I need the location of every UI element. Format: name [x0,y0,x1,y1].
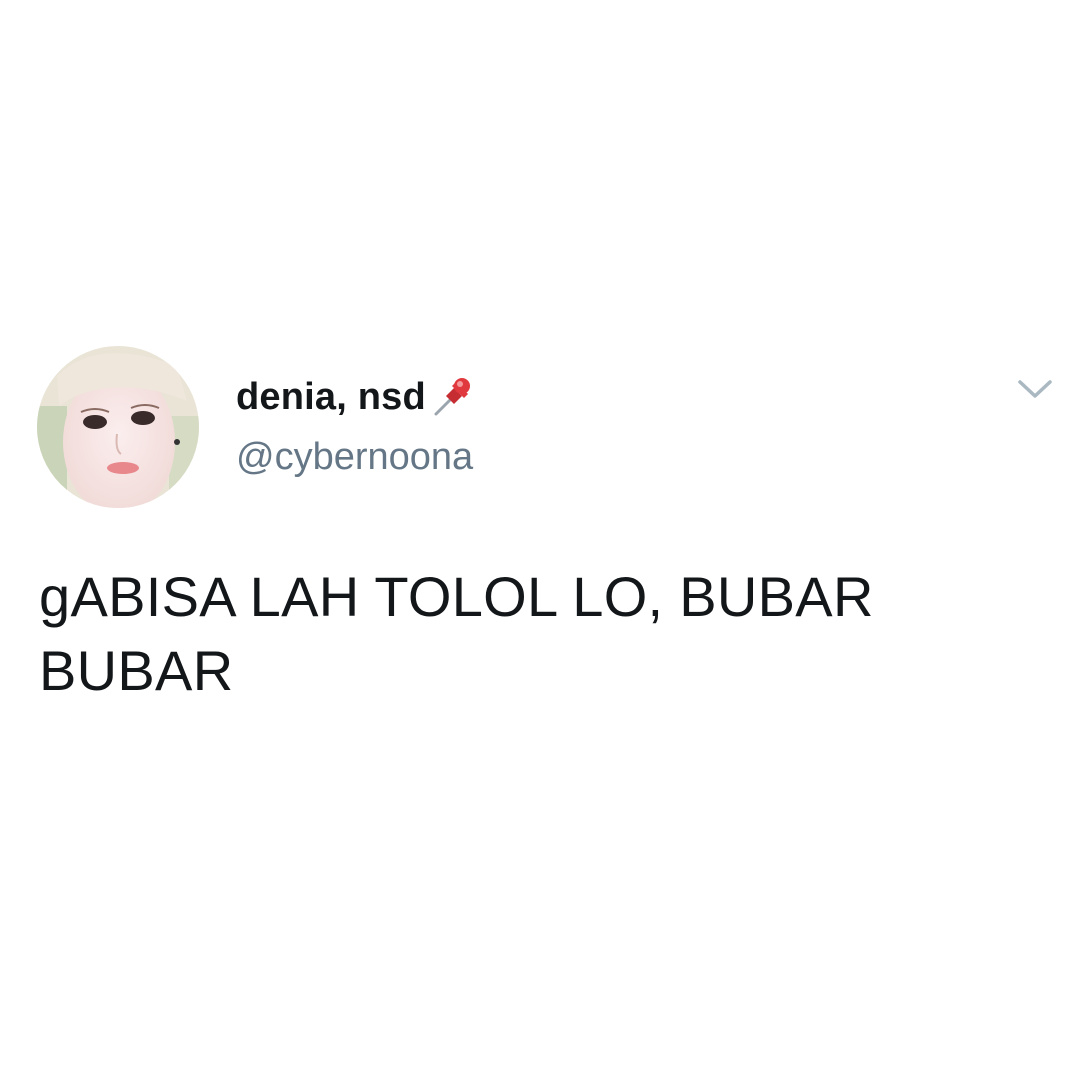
author-name-row: denia, nsd [236,372,476,422]
avatar[interactable] [37,346,199,508]
tweet-card: denia, nsd @cybernoona gABISA LAH TOLOL … [0,0,1080,1080]
pushpin-icon [430,374,476,420]
author-handle[interactable]: @cybernoona [236,436,473,479]
author-name[interactable]: denia, nsd [236,376,426,419]
chevron-down-icon[interactable] [1012,370,1058,410]
tweet-text: gABISA LAH TOLOL LO, BUBAR BUBAR [39,565,874,702]
avatar-photo [37,346,199,508]
